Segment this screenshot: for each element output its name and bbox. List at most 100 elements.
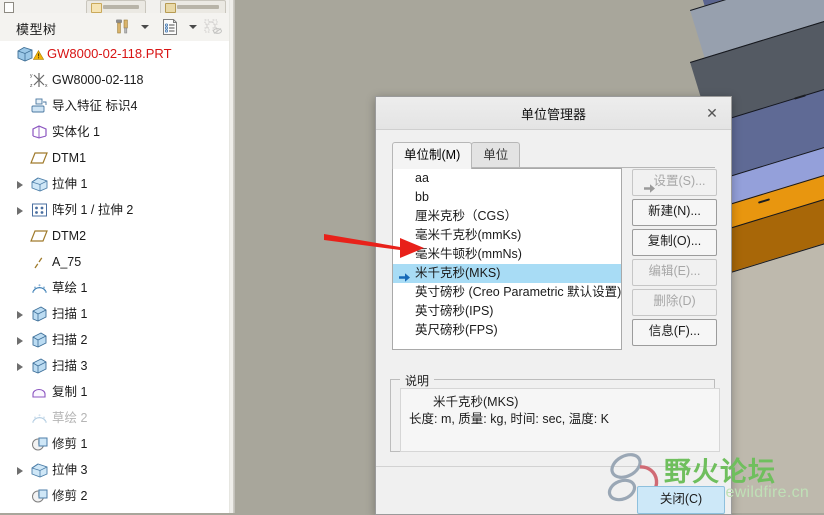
tab-label: 单位制(M) <box>404 148 461 162</box>
tree-item-label: 导入特征 标识4 <box>52 99 138 113</box>
unit-list-item[interactable]: 英寸磅秒(IPS) <box>393 302 621 321</box>
tree-item-label: 修剪 2 <box>52 489 88 503</box>
window-tab-1[interactable] <box>86 0 146 13</box>
chevron-right-icon[interactable] <box>17 311 23 319</box>
coordinate-system-icon: yz x <box>30 71 49 89</box>
chevron-right-icon[interactable] <box>17 337 23 345</box>
tree-item[interactable]: 草绘 1 <box>0 275 229 301</box>
new-button[interactable]: 新建(N)... <box>632 199 717 226</box>
unit-list-item[interactable]: aa <box>393 169 621 188</box>
chevron-down-icon[interactable] <box>141 25 149 29</box>
tree-item-label: 在此插入 <box>52 509 102 513</box>
description-line-1: 米千克秒(MKS) <box>433 395 519 409</box>
tree-item[interactable]: 扫描 2 <box>0 327 229 353</box>
unit-list-item[interactable]: 英寸磅秒 (Creo Parametric 默认设置) <box>393 283 621 302</box>
sweep-icon <box>30 357 49 375</box>
tree-item[interactable]: 草绘 2 <box>0 405 229 431</box>
dialog-title: 单位管理器 <box>520 107 586 122</box>
tree-item-label: GW8000-02-118 <box>52 73 144 87</box>
tree-item-label: DTM1 <box>52 151 87 165</box>
copy-icon <box>30 383 49 401</box>
tree-item[interactable]: y z x GW8000-02-118 <box>0 67 229 93</box>
close-button[interactable]: 关闭(C) <box>637 486 725 514</box>
tree-item[interactable]: 在此插入 <box>0 509 229 513</box>
model-tree-list[interactable]: GW8000-02-118.PRT y z x GW8000-02-118 导入特征 标识… <box>0 41 229 513</box>
unit-list-item[interactable]: 厘米克秒（CGS） <box>393 207 621 226</box>
tree-item[interactable]: DTM1 <box>0 145 229 171</box>
unit-list-item-label: 毫米牛顿秒(mmNs) <box>415 247 522 261</box>
panel-dock-icon <box>4 2 14 13</box>
tree-item-label: 草绘 1 <box>52 281 88 295</box>
tree-item-label: 草绘 2 <box>52 411 88 425</box>
unit-list-item-label: 英寸磅秒 (Creo Parametric 默认设置) <box>415 285 622 299</box>
tree-item[interactable]: 扫描 3 <box>0 353 229 379</box>
tree-item[interactable]: 修剪 2 <box>0 483 229 509</box>
unit-list-item[interactable]: 毫米千克秒(mmKs) <box>393 226 621 245</box>
tools-icon[interactable] <box>113 18 133 39</box>
button-label: 编辑(E)... <box>648 264 701 278</box>
chevron-right-icon[interactable] <box>17 181 23 189</box>
tree-item[interactable]: 实体化 1 <box>0 119 229 145</box>
tree-item[interactable]: GW8000-02-118.PRT <box>0 41 229 67</box>
tree-item-label: 扫描 1 <box>52 307 88 321</box>
tree-item[interactable]: 阵列 1 / 拉伸 2 <box>0 197 229 223</box>
axis-icon <box>30 253 49 271</box>
tree-item-label: 复制 1 <box>52 385 88 399</box>
tree-item[interactable]: A_75 <box>0 249 229 275</box>
tree-item-label: 阵列 1 / 拉伸 2 <box>52 203 134 217</box>
tree-item[interactable]: DTM2 <box>0 223 229 249</box>
close-icon[interactable]: ✕ <box>699 102 725 124</box>
window-tab-1-label <box>103 5 139 9</box>
chevron-right-icon[interactable] <box>17 207 23 215</box>
tree-item[interactable]: 复制 1 <box>0 379 229 405</box>
svg-text:z: z <box>30 83 33 89</box>
tree-item-label: 扫描 2 <box>52 333 88 347</box>
tree-item-label: A_75 <box>52 255 82 269</box>
panel-resize-divider[interactable] <box>229 0 235 513</box>
unit-list-item[interactable]: 毫米牛顿秒(mmNs) <box>393 245 621 264</box>
units-manager-dialog: 单位管理器 ✕ 单位制(M) 单位 aa bb 厘米克秒（CGS） 毫米千克秒(mmKs… <box>375 96 732 515</box>
unit-list-item-label: 厘米克秒（CGS） <box>415 209 518 223</box>
window-tab-strip[interactable] <box>0 0 229 14</box>
button-label: 设置(S)... <box>653 174 706 188</box>
tree-item[interactable]: 拉伸 3 <box>0 457 229 483</box>
unit-list-item-label: 毫米千克秒(mmKs) <box>415 228 522 242</box>
tree-item[interactable]: 修剪 1 <box>0 431 229 457</box>
pattern-icon <box>30 201 49 219</box>
button-label: 新建(N)... <box>648 204 701 218</box>
tab-label: 单位 <box>483 148 509 162</box>
dialog-title-bar[interactable]: 单位管理器 ✕ <box>376 97 731 130</box>
set-button: 设置(S)... <box>632 169 717 196</box>
list-settings-icon[interactable] <box>160 18 180 39</box>
tree-item[interactable]: 扫描 1 <box>0 301 229 327</box>
tree-item[interactable]: 拉伸 1 <box>0 171 229 197</box>
tab-units[interactable]: 单位 <box>471 142 521 168</box>
model-tree-panel: 模型树 GW8000-02-118.PRT y z x GW8000-02-11… <box>0 0 229 513</box>
document-icon <box>91 3 102 13</box>
dialog-tabs[interactable]: 单位制(M) 单位 <box>392 142 521 169</box>
solidify-icon <box>30 123 49 141</box>
unit-list-item[interactable]: bb <box>393 188 621 207</box>
info-button[interactable]: 信息(F)... <box>632 319 717 346</box>
button-label: 删除(D) <box>653 294 696 308</box>
unit-list-item[interactable]: 米千克秒(MKS) <box>393 264 621 283</box>
tree-item-label: 修剪 1 <box>52 437 88 451</box>
copy-button[interactable]: 复制(O)... <box>632 229 717 256</box>
window-tab-2[interactable] <box>160 0 226 13</box>
chevron-right-icon[interactable] <box>17 363 23 371</box>
import-feature-icon <box>30 97 49 115</box>
unit-system-list[interactable]: aa bb 厘米克秒（CGS） 毫米千克秒(mmKs) 毫米牛顿秒(mmNs) 米千克秒(… <box>392 168 622 350</box>
edit-button: 编辑(E)... <box>632 259 717 286</box>
tree-filter-icon[interactable] <box>203 18 223 39</box>
tab-unit-system[interactable]: 单位制(M) <box>392 142 473 169</box>
tree-item-label: 拉伸 1 <box>52 177 88 191</box>
chevron-right-icon[interactable] <box>17 467 23 475</box>
tree-item[interactable]: 导入特征 标识4 <box>0 93 229 119</box>
sketch-icon <box>30 279 49 297</box>
arrow-right-icon <box>644 178 655 193</box>
svg-text:x: x <box>45 83 48 89</box>
model-tree-title: 模型树 <box>16 22 57 37</box>
unit-list-item[interactable]: 英尺磅秒(FPS) <box>393 321 621 340</box>
chevron-down-icon[interactable] <box>189 25 197 29</box>
unit-list-item-label: bb <box>415 190 429 204</box>
